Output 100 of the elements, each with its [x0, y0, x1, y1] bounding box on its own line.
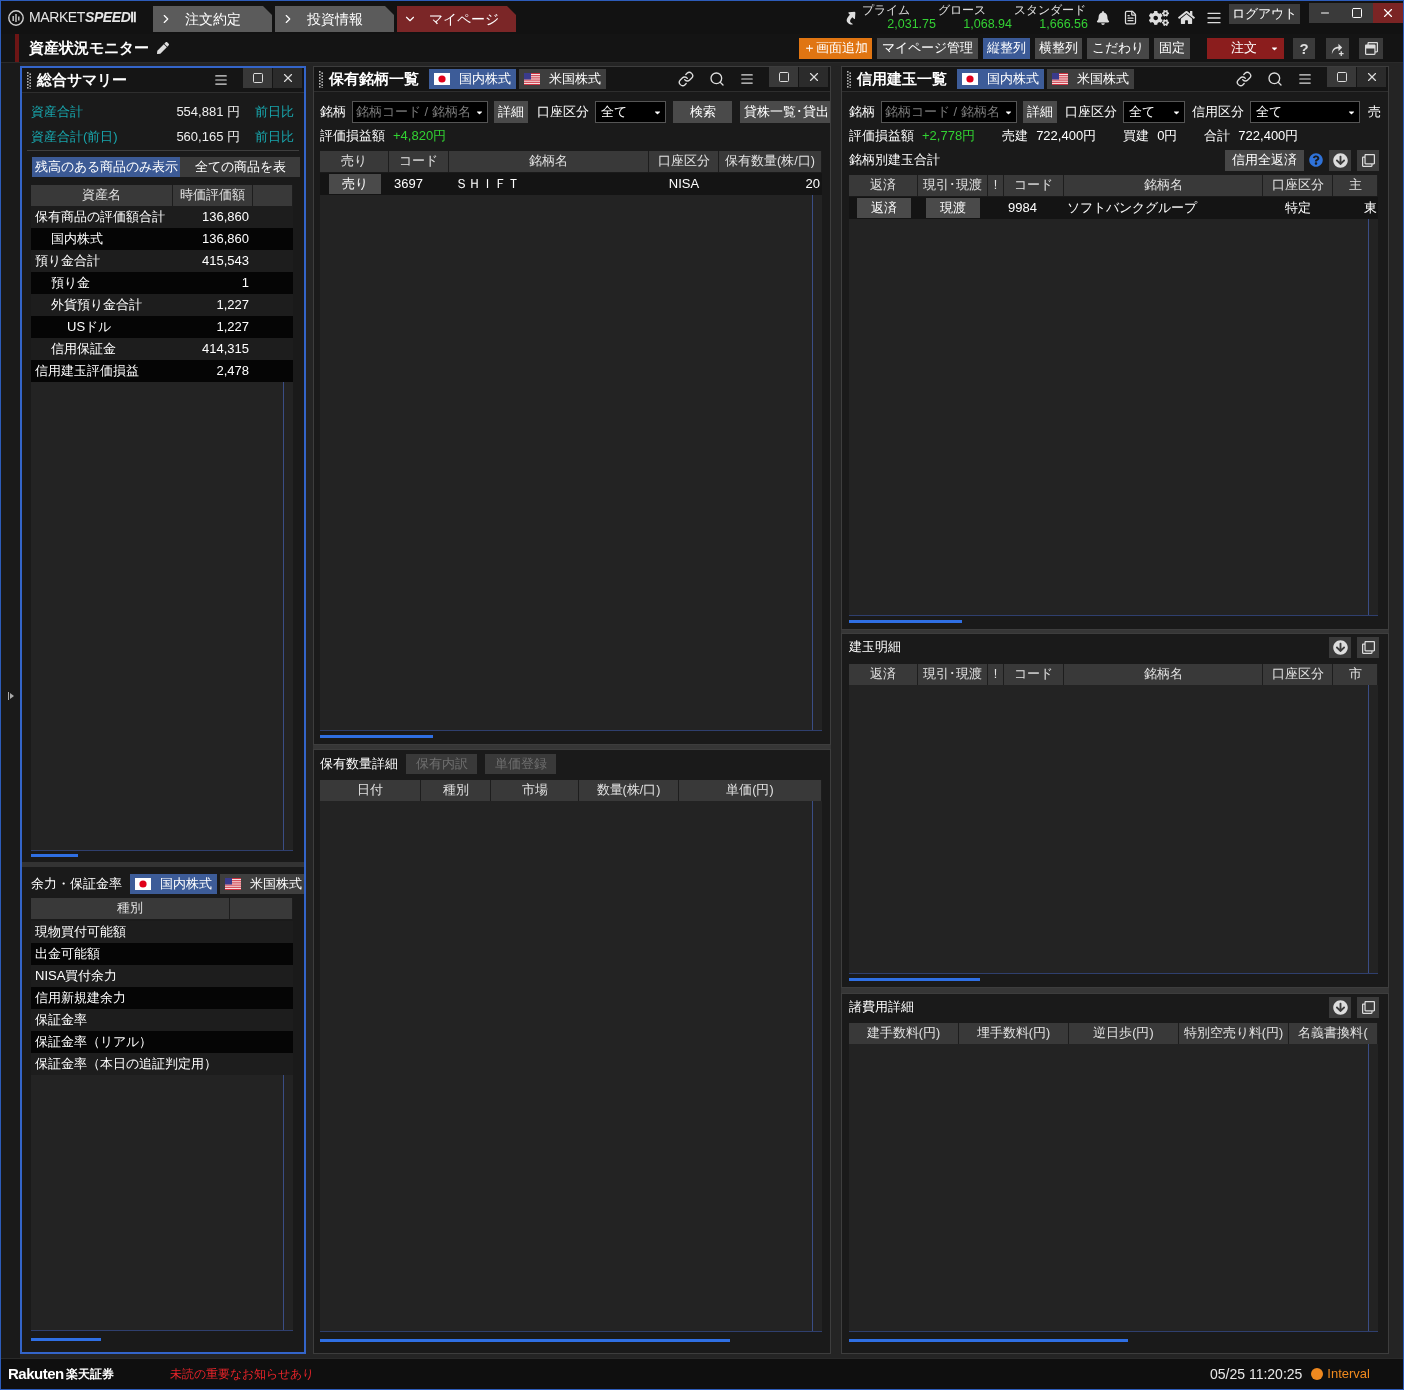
- market-tab[interactable]: 国内株式: [130, 874, 217, 894]
- home-icon[interactable]: [1178, 10, 1195, 25]
- popout-button[interactable]: [1326, 37, 1349, 59]
- detail-button[interactable]: 詳細: [494, 101, 528, 123]
- column-header[interactable]: 数量(株/口): [579, 780, 679, 801]
- notice-link[interactable]: 未読の重要なお知らせあり: [169, 1365, 314, 1383]
- link-icon[interactable]: [678, 71, 694, 87]
- market-tab[interactable]: 米国株式: [220, 874, 304, 894]
- logout-button[interactable]: ログアウト: [1229, 4, 1300, 24]
- table-row[interactable]: 保証金率（リアル）: [31, 1031, 293, 1053]
- column-header[interactable]: 種別: [421, 780, 491, 801]
- market-tab[interactable]: 米国株式: [519, 69, 606, 89]
- symbol-field[interactable]: 銘柄コード / 銘柄名: [881, 101, 1017, 123]
- market-tab[interactable]: 国内株式: [429, 69, 516, 89]
- column-header[interactable]: 市場: [491, 780, 579, 801]
- search-icon[interactable]: [709, 71, 725, 87]
- column-header[interactable]: 埋手数料(円): [959, 1023, 1069, 1044]
- filter-tab[interactable]: 全ての商品を表: [180, 157, 300, 177]
- column-header[interactable]: 銘柄名: [449, 151, 649, 172]
- download-button[interactable]: [1329, 636, 1351, 658]
- close-button[interactable]: [1357, 67, 1386, 87]
- column-header[interactable]: 日付: [320, 780, 421, 801]
- menu-icon[interactable]: [1298, 72, 1312, 86]
- sell-button[interactable]: 売り: [328, 174, 381, 194]
- help-icon[interactable]: [1309, 153, 1323, 167]
- drag-grip-icon[interactable]: [847, 70, 851, 88]
- market-tab[interactable]: 国内株式: [957, 69, 1044, 89]
- download-button[interactable]: [1329, 149, 1351, 171]
- market-tab[interactable]: 米国株式: [1047, 69, 1134, 89]
- document-icon[interactable]: [1123, 10, 1138, 25]
- column-header[interactable]: 建手数料(円): [849, 1023, 959, 1044]
- column-header[interactable]: コード: [389, 151, 449, 172]
- column-header[interactable]: 銘柄名: [1064, 664, 1263, 685]
- column-header[interactable]: 銘柄名: [1064, 175, 1263, 196]
- column-header[interactable]: 名義書換料(: [1289, 1023, 1378, 1044]
- copy-button[interactable]: [1357, 149, 1379, 171]
- close-button[interactable]: [799, 67, 828, 87]
- column-header[interactable]: 種別: [31, 898, 230, 919]
- table-row[interactable]: 返済 現渡 9984 ソフトバンクグループ 特定 東: [849, 197, 1378, 219]
- filter-tab[interactable]: 残高のある商品のみ表示: [32, 157, 180, 177]
- scrollbar-thumb[interactable]: [31, 1338, 101, 1341]
- column-header[interactable]: !: [988, 175, 1004, 196]
- maximize-button[interactable]: [243, 68, 272, 88]
- minimize-button[interactable]: [1309, 3, 1341, 23]
- help-button[interactable]: ?: [1293, 37, 1315, 59]
- symbol-field[interactable]: 銘柄コード / 銘柄名: [352, 101, 488, 123]
- drag-grip-icon[interactable]: [319, 70, 323, 88]
- menu-icon[interactable]: [214, 73, 228, 87]
- account-select[interactable]: 全て: [1123, 101, 1185, 123]
- search-icon[interactable]: [1267, 71, 1283, 87]
- arrange-button[interactable]: 縦整列: [983, 37, 1030, 59]
- toolbar-button[interactable]: マイページ管理: [877, 37, 978, 59]
- copy-button[interactable]: [1357, 996, 1379, 1018]
- column-header[interactable]: 資産名: [31, 185, 173, 206]
- table-row[interactable]: 売り 3697 ＳＨＩＦＴ NISA 20: [320, 173, 822, 195]
- order-button[interactable]: 注文: [1207, 37, 1284, 59]
- close-button[interactable]: [273, 68, 302, 88]
- toolbar-button[interactable]: 固定: [1154, 37, 1190, 59]
- column-header[interactable]: 返済: [849, 175, 918, 196]
- column-header[interactable]: コード: [1004, 664, 1064, 685]
- restore-window-button[interactable]: [1359, 37, 1383, 59]
- table-row[interactable]: 信用新規建余力: [31, 987, 293, 1009]
- toolbar-button[interactable]: こだわり: [1087, 37, 1149, 59]
- drag-grip-icon[interactable]: [27, 71, 31, 89]
- pencil-icon[interactable]: [157, 42, 169, 54]
- account-select[interactable]: 全て: [595, 101, 666, 123]
- gears-icon[interactable]: [1149, 9, 1169, 26]
- column-header[interactable]: 逆日歩(円): [1069, 1023, 1179, 1044]
- scrollbar-thumb[interactable]: [849, 620, 962, 623]
- nav-tab[interactable]: 投資情報: [275, 6, 394, 32]
- column-header[interactable]: 時価評価額: [173, 185, 253, 206]
- scrollbar-thumb[interactable]: [320, 735, 433, 738]
- close-all-button[interactable]: 信用全返済: [1225, 149, 1304, 171]
- margin-type-select[interactable]: 全て: [1250, 101, 1360, 123]
- table-row[interactable]: 預り金 1: [31, 272, 293, 294]
- column-header[interactable]: 主: [1333, 175, 1378, 196]
- column-header[interactable]: 現引･現渡: [918, 664, 988, 685]
- nav-tab[interactable]: 注文約定: [153, 6, 272, 32]
- table-row[interactable]: 国内株式 136,860: [31, 228, 293, 250]
- column-header[interactable]: !: [988, 664, 1004, 685]
- column-header[interactable]: 返済: [849, 664, 918, 685]
- maximize-button[interactable]: [1327, 67, 1356, 87]
- detail-button[interactable]: 詳細: [1023, 101, 1057, 123]
- table-row[interactable]: USドル 1,227: [31, 316, 293, 338]
- column-header[interactable]: 売り: [320, 151, 389, 172]
- scrollbar-thumb[interactable]: [849, 978, 980, 981]
- column-header[interactable]: 特別空売り料(円): [1179, 1023, 1289, 1044]
- search-button[interactable]: 検索: [673, 101, 732, 123]
- repay-button[interactable]: 返済: [856, 198, 911, 218]
- column-header[interactable]: 保有数量(株/口): [719, 151, 822, 172]
- nav-tab[interactable]: マイページ: [397, 6, 516, 32]
- bell-icon[interactable]: [1096, 10, 1110, 25]
- lending-button[interactable]: 貸株一覧･貸出: [740, 101, 830, 123]
- column-header[interactable]: 単価(円): [679, 780, 822, 801]
- maximize-button[interactable]: [1341, 3, 1373, 23]
- scrollbar-thumb[interactable]: [320, 1339, 730, 1342]
- scrollbar-thumb[interactable]: [849, 1339, 1128, 1342]
- expand-arrow-icon[interactable]: [7, 691, 14, 700]
- column-header[interactable]: 口座区分: [649, 151, 719, 172]
- download-button[interactable]: [1329, 996, 1351, 1018]
